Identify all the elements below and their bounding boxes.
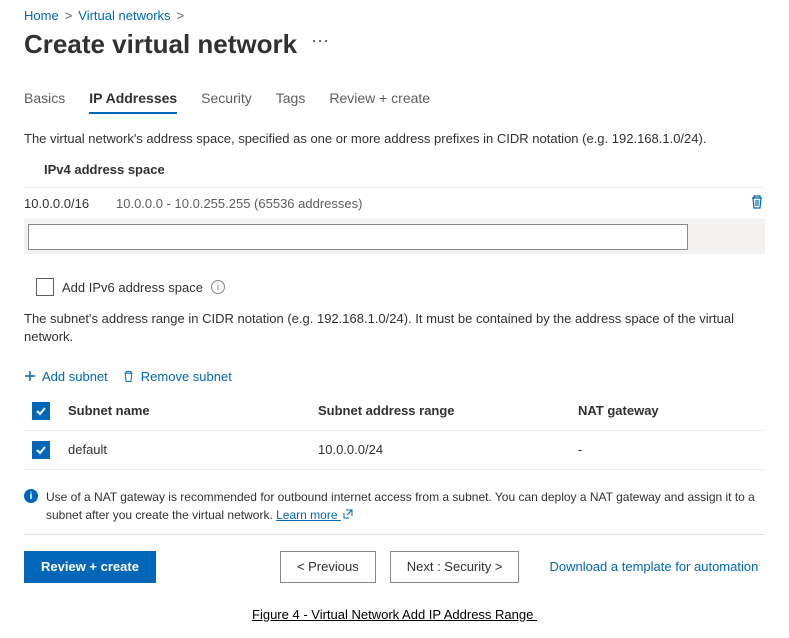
ipv4-header: IPv4 address space (24, 162, 765, 177)
col-nat-gateway: NAT gateway (570, 392, 765, 431)
tab-security[interactable]: Security (201, 90, 252, 114)
subnet-name-cell: default (60, 430, 310, 469)
breadcrumb-home[interactable]: Home (24, 8, 59, 23)
ipv4-new-range-input[interactable] (28, 224, 688, 250)
learn-more-link[interactable]: Learn more (276, 508, 353, 522)
plus-icon (24, 370, 36, 382)
info-banner: i Use of a NAT gateway is recommended fo… (24, 488, 765, 524)
trash-icon (122, 370, 135, 383)
tab-basics[interactable]: Basics (24, 90, 65, 114)
row-checkbox[interactable] (32, 441, 50, 459)
ipv4-range-value: 10.0.0.0 - 10.0.255.255 (65536 addresses… (116, 196, 733, 211)
tab-tags[interactable]: Tags (276, 90, 306, 114)
ipv6-checkbox[interactable] (36, 278, 54, 296)
intro-text: The virtual network's address space, spe… (24, 130, 765, 148)
breadcrumb-virtual-networks[interactable]: Virtual networks (78, 8, 170, 23)
add-subnet-label: Add subnet (42, 369, 108, 384)
add-subnet-button[interactable]: Add subnet (24, 369, 108, 384)
breadcrumb-sep: > (177, 8, 185, 23)
page-title: Create virtual network (24, 29, 297, 60)
tab-review-create[interactable]: Review + create (329, 90, 430, 114)
info-circle-icon: i (24, 489, 38, 503)
subnet-nat-cell: - (570, 430, 765, 469)
select-all-checkbox[interactable] (32, 402, 50, 420)
more-menu-button[interactable]: ⋯ (311, 31, 329, 58)
next-button[interactable]: Next : Security > (390, 551, 520, 583)
breadcrumb-sep: > (65, 8, 73, 23)
delete-icon[interactable] (749, 194, 765, 210)
figure-caption: Figure 4 - Virtual Network Add IP Addres… (24, 607, 765, 622)
subnet-table: Subnet name Subnet address range NAT gat… (24, 392, 765, 470)
download-template-link[interactable]: Download a template for automation (549, 559, 758, 574)
divider (24, 534, 765, 535)
ipv4-cidr-value: 10.0.0.0/16 (24, 196, 116, 211)
ipv6-label: Add IPv6 address space (62, 280, 203, 295)
review-create-button[interactable]: Review + create (24, 551, 156, 583)
subnet-range-cell: 10.0.0.0/24 (310, 430, 570, 469)
ipv4-address-row: 10.0.0.0/16 10.0.0.0 - 10.0.255.255 (655… (24, 187, 765, 220)
previous-button[interactable]: < Previous (280, 551, 376, 583)
tabs: Basics IP Addresses Security Tags Review… (24, 90, 765, 114)
svg-text:i: i (30, 491, 33, 502)
remove-subnet-label: Remove subnet (141, 369, 232, 384)
breadcrumb: Home > Virtual networks > (24, 8, 765, 23)
col-subnet-range: Subnet address range (310, 392, 570, 431)
table-row[interactable]: default 10.0.0.0/24 - (24, 430, 765, 469)
info-icon[interactable]: i (211, 280, 225, 294)
footer: Review + create < Previous Next : Securi… (24, 551, 765, 583)
tab-ip-addresses[interactable]: IP Addresses (89, 90, 177, 114)
remove-subnet-button[interactable]: Remove subnet (122, 369, 232, 384)
subnet-text: The subnet's address range in CIDR notat… (24, 310, 765, 346)
external-link-icon (343, 509, 353, 519)
ipv4-add-row (24, 220, 765, 254)
col-subnet-name: Subnet name (60, 392, 310, 431)
info-banner-text: Use of a NAT gateway is recommended for … (46, 490, 755, 522)
